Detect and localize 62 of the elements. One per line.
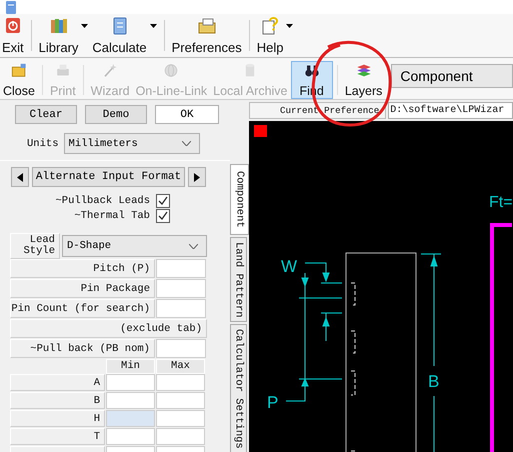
lead-style-dropdown[interactable]: D-Shape [62, 235, 207, 257]
preference-label: Current Preference [249, 102, 386, 119]
field-label: Pin Package [10, 279, 155, 298]
toolbar-button[interactable]: Exit [0, 14, 26, 57]
input-field[interactable] [156, 374, 205, 391]
left-arrow-icon [17, 172, 23, 182]
input-format-button[interactable]: Alternate Input Format [32, 167, 185, 187]
checkbox[interactable] [156, 209, 170, 223]
column-header: Min [106, 359, 155, 374]
field-label: Pin Count (for search) [10, 299, 155, 318]
push-button[interactable]: Clear [15, 105, 77, 124]
toolbar-button[interactable]: Library [36, 14, 80, 57]
origin-marker [254, 125, 267, 137]
input-field[interactable] [156, 339, 206, 358]
input-field[interactable] [156, 428, 205, 445]
input-field[interactable] [106, 410, 155, 427]
option-label: ~Thermal Tab [74, 210, 150, 222]
push-button[interactable]: OK [155, 105, 219, 124]
previous-button[interactable] [11, 167, 29, 187]
input-field[interactable] [156, 392, 205, 409]
preference-path-field: D:\software\LPWizar [388, 102, 513, 119]
field-label: Pitch (P) [10, 259, 155, 278]
books-icon [48, 17, 69, 35]
dimension-label: W [281, 257, 298, 276]
dimension-label: Ft= [489, 194, 512, 211]
checkbox[interactable] [156, 194, 170, 208]
view-dropdown[interactable]: Component [391, 64, 513, 88]
side-tab[interactable]: Calculator Settings [230, 324, 247, 452]
option-label: ~Pullback Leads [55, 195, 150, 207]
input-field[interactable] [106, 374, 155, 391]
note-text: (exclude tab) [10, 319, 207, 338]
units-dropdown[interactable]: Millimeters [64, 133, 200, 154]
dimension-label: B [428, 372, 440, 391]
next-button[interactable] [188, 167, 206, 187]
toolbar-button[interactable]: Calculate [90, 14, 149, 57]
row-label: H [10, 410, 105, 427]
row-label: A [10, 374, 105, 391]
dimension-label: P [267, 393, 278, 412]
push-button[interactable]: Demo [85, 105, 147, 124]
lead-style-label: Lead Style [10, 233, 60, 259]
toolbar-button[interactable]: Layers [342, 61, 386, 99]
field-label: ~Pull back (PB nom) [10, 339, 155, 358]
chevron-down-icon [182, 141, 191, 146]
input-field[interactable] [106, 392, 155, 409]
row-label: T [10, 428, 105, 445]
toolbar-button[interactable]: Help [254, 14, 286, 57]
input-field[interactable] [156, 279, 206, 298]
help-icon [260, 17, 280, 35]
folder-icon [196, 17, 217, 35]
toolbar-button[interactable]: Preferences [170, 14, 244, 57]
side-tab[interactable]: Land Pattern [230, 236, 247, 322]
toolbar-button[interactable]: Close [0, 61, 38, 99]
column-header: Max [156, 359, 205, 374]
input-field[interactable] [106, 428, 155, 445]
input-field[interactable] [156, 299, 206, 318]
input-field[interactable] [156, 410, 205, 427]
row-label: B [10, 392, 105, 409]
side-tab[interactable]: Component [230, 164, 249, 235]
input-field[interactable] [156, 259, 206, 278]
chevron-down-icon [189, 244, 198, 248]
units-label: Units [27, 138, 59, 150]
right-arrow-icon [194, 172, 200, 182]
